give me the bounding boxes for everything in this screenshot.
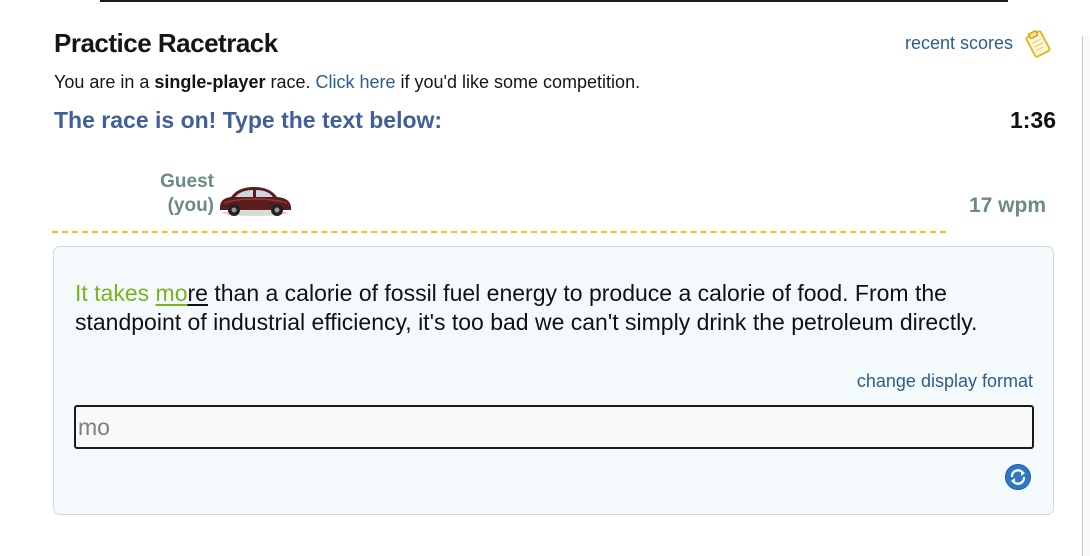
- scrollbar[interactable]: [1082, 36, 1090, 556]
- change-display-format-link[interactable]: change display format: [857, 371, 1033, 392]
- mode-prefix: You are in a: [54, 72, 155, 92]
- player-tag: (you): [167, 195, 214, 216]
- passage-current-typed: mo: [155, 280, 188, 306]
- recent-scores-link[interactable]: recent scores: [905, 33, 1013, 54]
- race-mode-line: You are in a single-player race. Click h…: [54, 72, 640, 93]
- car-icon: [220, 187, 291, 216]
- passage-current-rest: re: [187, 280, 208, 306]
- page-title: Practice Racetrack: [54, 28, 278, 58]
- typing-input[interactable]: [74, 405, 1034, 449]
- player-wpm: 17 wpm: [968, 194, 1046, 217]
- mode-name: single-player: [154, 72, 266, 92]
- competition-link[interactable]: Click here: [316, 72, 396, 92]
- player-label: Guest (you): [150, 170, 214, 218]
- refresh-icon[interactable]: [1004, 463, 1032, 491]
- passage-typed: It takes: [75, 280, 156, 306]
- race-status: The race is on! Type the text below:: [54, 107, 443, 133]
- top-divider: [100, 0, 1008, 2]
- mode-middle: race.: [265, 72, 316, 92]
- race-passage: It takes more than a calorie of fossil f…: [75, 279, 1030, 337]
- typing-panel: It takes more than a calorie of fossil f…: [53, 246, 1054, 515]
- clipboard-icon[interactable]: [1022, 28, 1054, 60]
- passage-remaining: than a calorie of fossil fuel energy to …: [75, 280, 978, 335]
- race-track-line: [52, 231, 946, 233]
- race-timer: 1:36: [1009, 107, 1056, 133]
- mode-suffix: if you'd like some competition.: [395, 72, 641, 92]
- player-name: Guest: [160, 171, 214, 192]
